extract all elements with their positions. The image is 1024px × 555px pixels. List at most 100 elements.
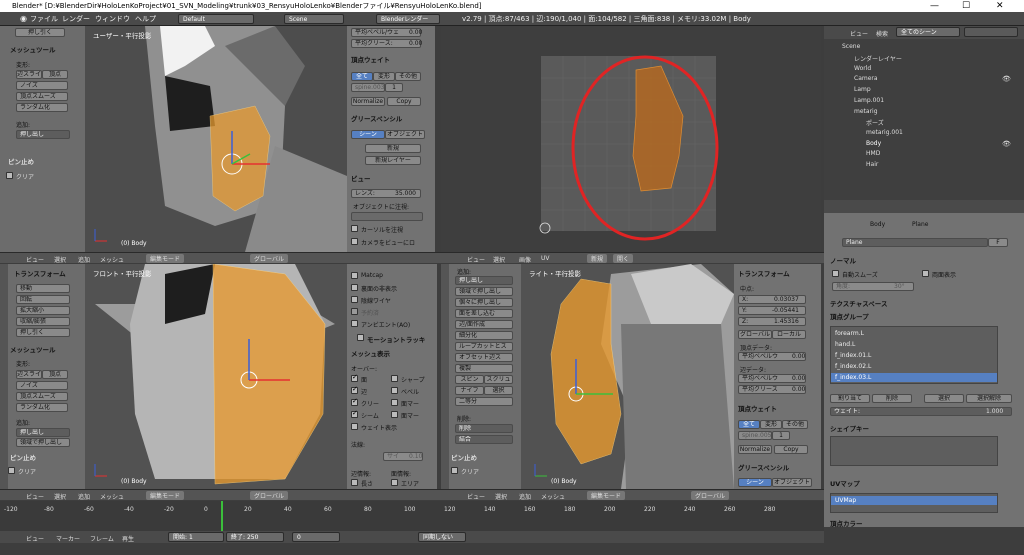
weight-value-field-2[interactable]: 1 (772, 431, 790, 440)
vhb-view-menu[interactable]: ビュー (26, 492, 44, 501)
menu-file[interactable]: ファイル (30, 14, 58, 24)
tree-hmd[interactable]: HMD (866, 150, 880, 157)
extrude-dropdown-3[interactable]: 押し出し (455, 276, 513, 285)
extrude-dropdown[interactable]: 押し出し (16, 130, 70, 139)
tree-camera[interactable]: Camera (854, 75, 878, 82)
tree-metarig001[interactable]: metarig.001 (866, 129, 903, 136)
menu-window[interactable]: ウィンドウ (95, 14, 130, 24)
normalize-button-2[interactable]: Normalize (738, 445, 772, 454)
vgroup-f-index-03-l[interactable]: f_index.03.L (831, 373, 997, 382)
blender-icon[interactable]: ◉ (20, 14, 27, 23)
subdivide-button[interactable]: 細分化 (455, 331, 513, 340)
bevel-checkbox[interactable] (391, 387, 398, 394)
loopcut-button[interactable]: ループカットとス (455, 342, 513, 351)
view-header[interactable]: ビュー (351, 173, 371, 183)
spin-button[interactable]: スピン (455, 375, 484, 384)
vhb-mode-selector[interactable]: 編集モード (146, 491, 185, 500)
gp-new-button[interactable]: 新規 (365, 144, 421, 153)
properties-tabs[interactable] (824, 200, 1024, 213)
motion-tracking-checkbox[interactable] (357, 334, 364, 341)
vgroup-forearm-l[interactable]: forearm.L (831, 329, 997, 338)
gp-scene-tab-2[interactable]: シーン (738, 478, 772, 487)
mesh-display-header[interactable]: メッシュ表示 (351, 348, 390, 358)
tl-playback-menu[interactable]: 再生 (122, 534, 134, 543)
lock-cursor-checkbox[interactable] (351, 225, 358, 232)
merge-dropdown[interactable]: 結合 (455, 435, 513, 444)
vhb-select-menu[interactable]: 選択 (54, 492, 66, 501)
clear-checkbox-3[interactable] (451, 467, 458, 474)
close-button[interactable]: ✕ (996, 0, 1004, 12)
current-frame-field[interactable]: 0 (292, 532, 340, 542)
tl-view-menu[interactable]: ビュー (26, 534, 44, 543)
smooth-vertex-button-2[interactable]: 頂点スムーズ (16, 392, 68, 401)
weights-other-tab-2[interactable]: その他 (782, 420, 808, 429)
scale-button[interactable]: 拡大縮小 (16, 306, 70, 315)
inset-button[interactable]: 面を差し込む (455, 309, 513, 318)
transform-header-2[interactable]: トランスフォーム (738, 268, 790, 278)
vgroup-weight-field[interactable]: ウェイト: (830, 407, 1012, 416)
extrude-region-button-2[interactable]: 領域で押し出し (455, 287, 513, 296)
vgroup-remove-button[interactable]: 削除 (872, 394, 912, 403)
tree-render-layers[interactable]: レンダーレイヤー (854, 54, 902, 63)
scene-selector[interactable]: Scene (284, 14, 344, 24)
noise-button[interactable]: ノイズ (16, 81, 68, 90)
shrink-button[interactable]: 収縮/膨張 (16, 317, 70, 326)
pin-header-2[interactable]: ピン止め (10, 452, 36, 462)
clear-checkbox-2[interactable] (8, 467, 15, 474)
area-checkbox[interactable] (391, 479, 398, 486)
spine-field-2[interactable]: spine.005 (738, 431, 772, 440)
tl-marker-menu[interactable]: マーカー (56, 534, 80, 543)
outliner-search-input[interactable] (964, 27, 1018, 37)
knife-select-button[interactable]: 選択 (484, 386, 513, 395)
outliner-view-menu[interactable]: ビュー (850, 29, 868, 38)
gp-object-tab[interactable]: オブジェクト (385, 130, 425, 139)
maximize-button[interactable]: ☐ (962, 0, 970, 12)
grease-pencil-header[interactable]: グリースペンシル (351, 113, 402, 123)
vh-add-menu[interactable]: 追加 (78, 255, 90, 264)
vertex-groups-header[interactable]: 頂点グループ (830, 311, 869, 321)
uv-select-menu[interactable]: 選択 (493, 255, 505, 264)
backface-checkbox[interactable] (351, 284, 358, 291)
vhr-mode-selector[interactable]: 編集モード (587, 491, 626, 500)
edge-slide-button[interactable]: 辺スライド (16, 70, 42, 79)
minimize-button[interactable]: — (930, 0, 939, 12)
transform-header[interactable]: トランスフォーム (14, 268, 66, 278)
menu-help[interactable]: ヘルプ (135, 14, 156, 24)
global-toggle[interactable]: グローバル (738, 330, 772, 339)
normals-header[interactable]: ノーマル (830, 255, 856, 265)
outliner-display-mode[interactable]: 全てのシーン (896, 27, 960, 37)
viewport-front-ortho[interactable]: フロント・平行投影 (0) Body (85, 264, 347, 489)
vgroup-select-button[interactable]: 選択 (924, 394, 964, 403)
grease-pencil-header-2[interactable]: グリースペンシル (738, 462, 789, 472)
gp-new-layer-button[interactable]: 新規レイヤー (365, 156, 421, 165)
tree-lamp[interactable]: Lamp (854, 86, 871, 93)
tree-body[interactable]: Body (866, 140, 881, 147)
seam-checkbox[interactable] (351, 409, 358, 418)
texture-space-header[interactable]: テクスチャスペース (830, 298, 887, 308)
bisect-button[interactable]: 二等分 (455, 397, 513, 406)
tool-tabs[interactable] (0, 264, 8, 489)
tree-scene[interactable]: Scene (842, 43, 860, 50)
motion-tracking-header[interactable]: モーショントラッキ (367, 334, 425, 344)
smooth-vertex-button[interactable]: 頂点スムーズ (16, 92, 68, 101)
tree-hair[interactable]: Hair (866, 161, 878, 168)
shape-keys-header[interactable]: シェイプキー (830, 423, 869, 433)
vhr-view-menu[interactable]: ビュー (467, 492, 485, 501)
visibility-eye-icon[interactable]: 👁 (1002, 75, 1011, 83)
vertex-weights-header[interactable]: 頂点ウェイト (351, 54, 390, 64)
weights-deform-tab[interactable]: 変形 (373, 72, 395, 81)
matcap-checkbox[interactable] (351, 272, 358, 279)
weight-value-field[interactable]: 1 (385, 83, 403, 92)
rotate-button[interactable]: 回転 (16, 295, 70, 304)
crease-checkbox[interactable] (351, 397, 358, 406)
vgroup-assign-button[interactable]: 割り当て (830, 394, 870, 403)
tool-tabs-right[interactable] (441, 264, 449, 489)
autosmooth-checkbox[interactable] (832, 270, 839, 277)
uv-maps-header[interactable]: UVマップ (830, 478, 860, 488)
vgroup-f-index-01-l[interactable]: f_index.01.L (831, 351, 997, 360)
edge-slide-button-2[interactable]: 辺スライド (16, 370, 42, 379)
timeline[interactable]: -120 -80 -60 -40 -20 0 20 40 60 80 100 120 140 160 180… (0, 501, 824, 543)
extrude-individual-button[interactable]: 個々に押し出し (455, 298, 513, 307)
vhb-add-menu[interactable]: 追加 (78, 492, 90, 501)
uv-view-menu[interactable]: ビュー (467, 255, 485, 264)
